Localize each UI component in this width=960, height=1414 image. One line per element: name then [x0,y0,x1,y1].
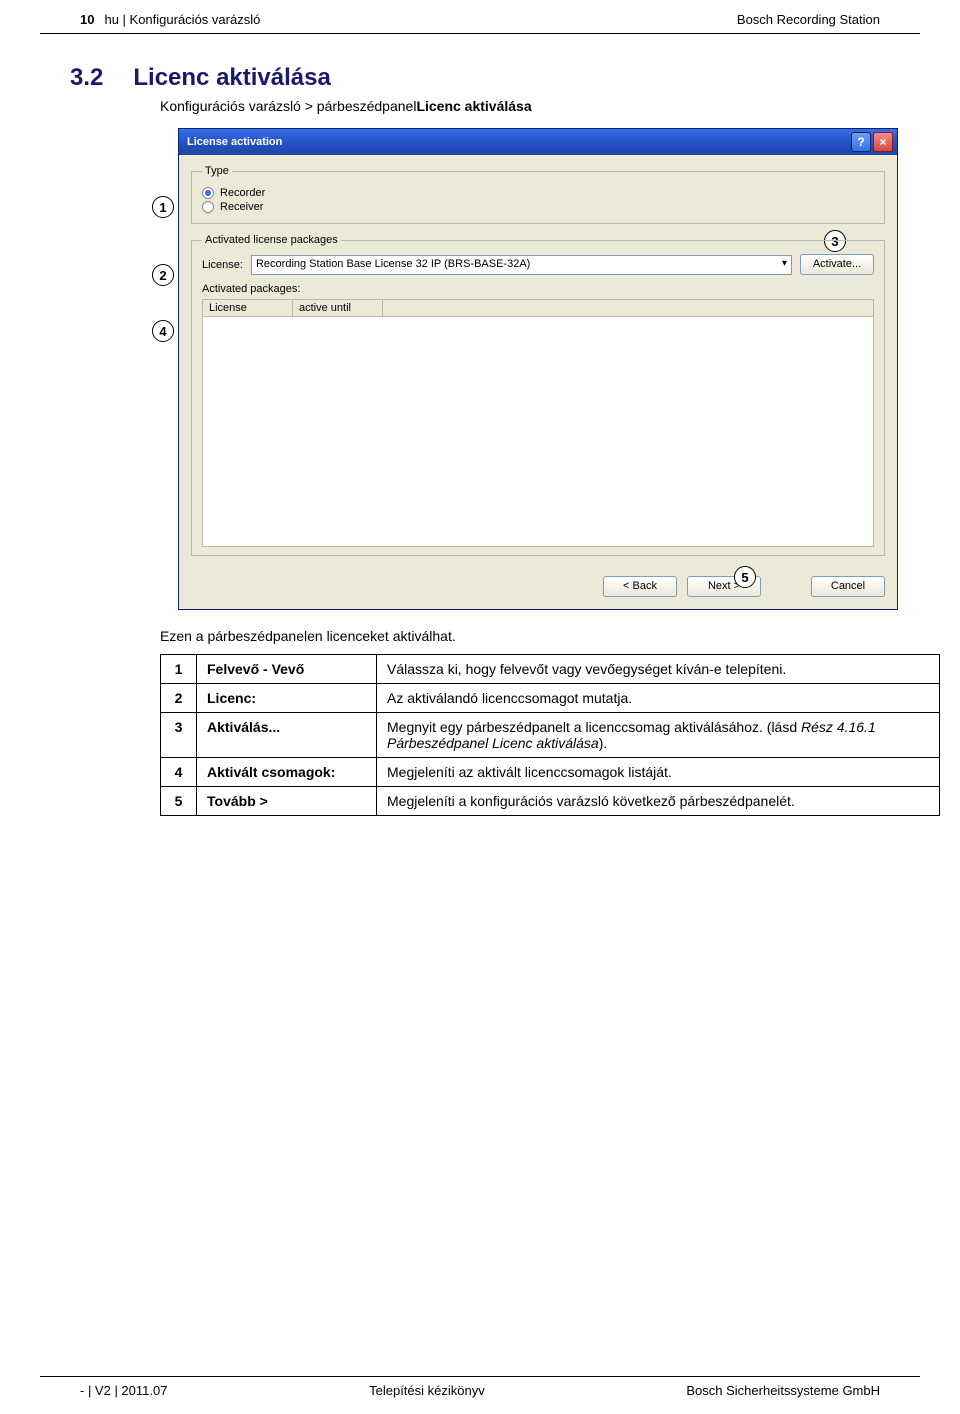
legend-table: 1Felvevő - VevőVálassza ki, hogy felvevő… [160,654,940,816]
section-title: Licenc aktiválása [133,64,330,92]
receiver-label: Receiver [220,201,263,213]
header-breadcrumb: hu | Konfigurációs varázsló [104,12,260,27]
dialog-titlebar: License activation ? × [179,129,897,155]
legend-num: 2 [161,684,197,713]
table-row: 4Aktivált csomagok:Megjeleníti az aktivá… [161,758,940,787]
activate-button[interactable]: Activate... [800,254,874,275]
col-active-until: active until [293,300,383,316]
footer-right: Bosch Sicherheitssysteme GmbH [686,1383,880,1398]
activated-packages-label: Activated packages: [202,283,874,295]
help-icon[interactable]: ? [851,132,871,152]
packages-table-body [202,317,874,547]
breadcrumb: Konfigurációs varázsló > párbeszédpanelL… [160,98,920,114]
packages-group: Activated license packages License: Reco… [191,234,885,556]
dialog-title: License activation [187,136,851,148]
legend-desc: Megjeleníti az aktivált licenccsomagok l… [377,758,940,787]
type-legend: Type [202,165,232,177]
legend-num: 5 [161,787,197,816]
cancel-button[interactable]: Cancel [811,576,885,597]
license-activation-dialog: License activation ? × Type Recorder Rec… [178,128,898,610]
product-name: Bosch Recording Station [737,12,880,27]
callout-1: 1 [152,196,174,218]
dialog-screenshot: 1 2 3 4 5 License activation ? × Type Re… [160,128,900,610]
legend-desc: Megjeleníti a konfigurációs varázsló köv… [377,787,940,816]
intro-text: Ezen a párbeszédpanelen licenceket aktiv… [160,628,920,644]
col-license: License [203,300,293,316]
section-number: 3.2 [40,64,103,92]
callout-4: 4 [152,320,174,342]
recorder-radio[interactable] [202,187,214,199]
legend-key: Aktiválás... [197,713,377,758]
legend-num: 4 [161,758,197,787]
legend-key: Licenc: [197,684,377,713]
table-row: 3Aktiválás...Megnyit egy párbeszédpanelt… [161,713,940,758]
table-row: 1Felvevő - VevőVálassza ki, hogy felvevő… [161,655,940,684]
footer-mid: Telepítési kézikönyv [369,1383,485,1398]
packages-table-header: License active until [202,299,874,317]
license-select[interactable]: Recording Station Base License 32 IP (BR… [251,255,792,275]
back-button[interactable]: < Back [603,576,677,597]
legend-key: Tovább > [197,787,377,816]
callout-2: 2 [152,264,174,286]
legend-key: Felvevő - Vevő [197,655,377,684]
receiver-radio[interactable] [202,201,214,213]
table-row: 5Tovább >Megjeleníti a konfigurációs var… [161,787,940,816]
legend-desc: Az aktiválandó licenccsomagot mutatja. [377,684,940,713]
legend-key: Aktivált csomagok: [197,758,377,787]
type-group: Type Recorder Receiver [191,165,885,224]
legend-num: 1 [161,655,197,684]
legend-desc: Válassza ki, hogy felvevőt vagy vevőegys… [377,655,940,684]
table-row: 2Licenc:Az aktiválandó licenccsomagot mu… [161,684,940,713]
license-label: License: [202,259,243,271]
legend-desc: Megnyit egy párbeszédpanelt a licenccsom… [377,713,940,758]
callout-5: 5 [734,566,756,588]
recorder-label: Recorder [220,187,265,199]
close-icon[interactable]: × [873,132,893,152]
page-number: 10 [80,12,94,27]
page-footer: - | V2 | 2011.07 Telepítési kézikönyv Bo… [40,1376,920,1398]
page-header: 10 hu | Konfigurációs varázsló Bosch Rec… [40,0,920,34]
footer-left: - | V2 | 2011.07 [80,1383,167,1398]
packages-legend: Activated license packages [202,234,341,246]
legend-num: 3 [161,713,197,758]
